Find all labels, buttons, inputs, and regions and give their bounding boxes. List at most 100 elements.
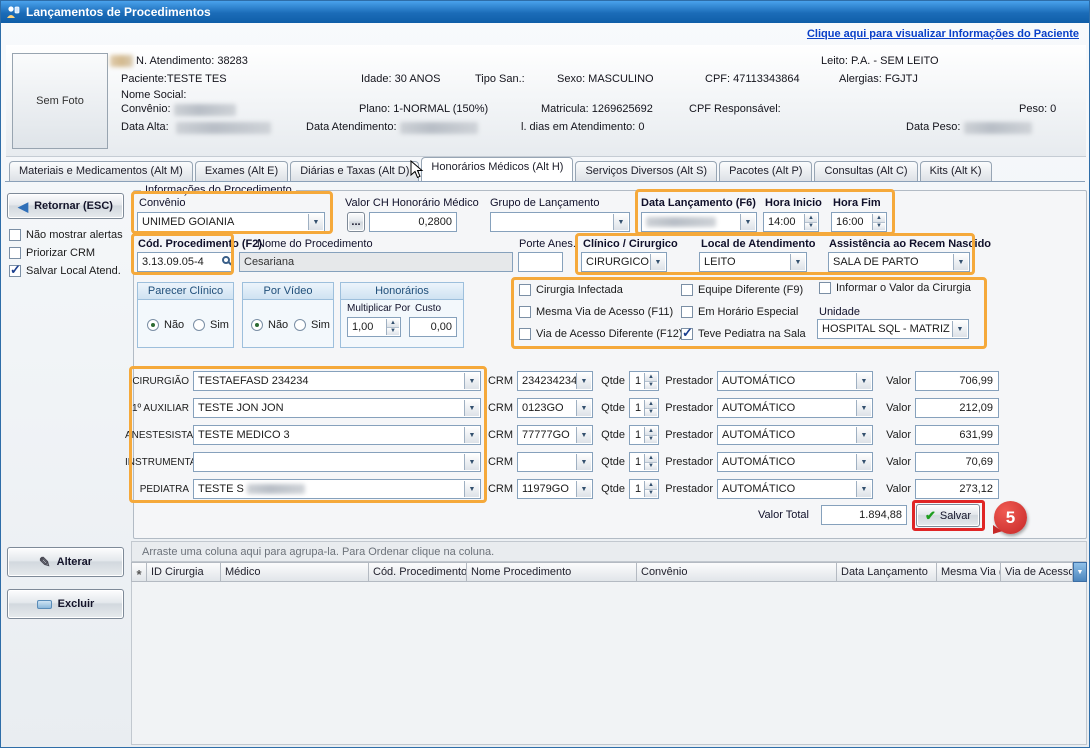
checkbox-box[interactable] xyxy=(681,284,693,296)
tab-exames[interactable]: Exames (Alt E) xyxy=(195,161,288,181)
medico-combo[interactable]: TESTE S xyxy=(193,479,481,499)
chevron-down-icon[interactable] xyxy=(576,373,591,389)
spinner-arrows-icon[interactable]: ▲▼ xyxy=(804,214,817,230)
qtde-spinner[interactable]: 1▲▼ xyxy=(629,425,659,445)
spinner-arrows-icon[interactable]: ▲▼ xyxy=(386,319,399,335)
chevron-down-icon[interactable] xyxy=(856,373,871,389)
tab-materiais[interactable]: Materiais e Medicamentos (Alt M) xyxy=(9,161,193,181)
search-icon[interactable] xyxy=(222,256,230,264)
hora-fim-spinner[interactable]: 16:00 ▲▼ xyxy=(831,212,887,232)
informar-valor-checkbox[interactable]: Informar o Valor da Cirurgia xyxy=(819,282,971,294)
salvar-local-atend-checkbox[interactable]: Salvar Local Atend. xyxy=(9,265,121,277)
column-header-medico[interactable]: Médico xyxy=(221,562,369,582)
spinner-arrows-icon[interactable]: ▲▼ xyxy=(644,373,657,389)
prestador-combo[interactable]: AUTOMÁTICO xyxy=(717,479,873,499)
chevron-down-icon[interactable] xyxy=(576,454,591,470)
tab-diarias[interactable]: Diárias e Taxas (Alt D) xyxy=(290,161,419,181)
spinner-arrows-icon[interactable]: ▲▼ xyxy=(644,400,657,416)
convenio-combo[interactable]: UNIMED GOIANIA xyxy=(137,212,325,232)
radio-circle[interactable] xyxy=(147,319,159,331)
porte-anes-input[interactable] xyxy=(518,252,563,272)
grid-group-by-bar[interactable]: Arraste uma coluna aqui para agrupa-la. … xyxy=(131,541,1087,562)
teve-pediatra-checkbox[interactable]: Teve Pediatra na Sala xyxy=(681,328,806,340)
column-header-id-cirurgia[interactable]: ID Cirurgia xyxy=(147,562,221,582)
chevron-down-icon[interactable] xyxy=(856,481,871,497)
chevron-down-icon[interactable] xyxy=(790,254,805,270)
tab-honorarios-medicos[interactable]: Honorários Médicos (Alt H) xyxy=(421,157,573,181)
column-header-cod-procedimento[interactable]: Cód. Procedimento xyxy=(369,562,467,582)
medico-combo[interactable]: TESTE JON JON xyxy=(193,398,481,418)
valor-input[interactable]: 273,12 xyxy=(915,479,999,499)
checkbox-box[interactable] xyxy=(9,247,21,259)
hora-inicio-spinner[interactable]: 14:00 ▲▼ xyxy=(763,212,819,232)
valor-ch-input[interactable]: 0,2800 xyxy=(369,212,457,232)
medico-combo[interactable]: TESTE MEDICO 3 xyxy=(193,425,481,445)
crm-combo[interactable] xyxy=(517,452,593,472)
equipe-diferente-checkbox[interactable]: Equipe Diferente (F9) xyxy=(681,284,803,296)
chevron-down-icon[interactable] xyxy=(856,400,871,416)
assistencia-combo[interactable]: SALA DE PARTO xyxy=(828,252,970,272)
valor-input[interactable]: 631,99 xyxy=(915,425,999,445)
checkbox-box[interactable] xyxy=(519,284,531,296)
column-header-nome-procedimento[interactable]: Nome Procedimento xyxy=(467,562,637,582)
valor-input[interactable]: 70,69 xyxy=(915,452,999,472)
tab-pacotes[interactable]: Pacotes (Alt P) xyxy=(719,161,812,181)
column-header-convenio[interactable]: Convênio xyxy=(637,562,837,582)
crm-combo[interactable]: 77777GO xyxy=(517,425,593,445)
video-sim-radio[interactable]: Sim xyxy=(294,319,330,331)
medico-combo[interactable] xyxy=(193,452,481,472)
chevron-down-icon[interactable] xyxy=(650,254,665,270)
spinner-arrows-icon[interactable]: ▲▼ xyxy=(644,427,657,443)
cod-procedimento-input[interactable]: 3.13.09.05-4 xyxy=(137,252,233,272)
spinner-arrows-icon[interactable]: ▲▼ xyxy=(644,454,657,470)
chevron-down-icon[interactable] xyxy=(952,321,967,337)
crm-combo[interactable]: 0123GO xyxy=(517,398,593,418)
cirurgia-infectada-checkbox[interactable]: Cirurgia Infectada xyxy=(519,284,623,296)
crm-combo[interactable]: 11979GO xyxy=(517,479,593,499)
prestador-combo[interactable]: AUTOMÁTICO xyxy=(717,371,873,391)
qtde-spinner[interactable]: 1▲▼ xyxy=(629,452,659,472)
chevron-down-icon[interactable] xyxy=(464,481,479,497)
prestador-combo[interactable]: AUTOMÁTICO xyxy=(717,398,873,418)
column-header-via-de-acesso[interactable]: Via de Acesso xyxy=(1001,562,1073,582)
crm-combo[interactable]: 234234234( xyxy=(517,371,593,391)
salvar-button[interactable]: ✔ Salvar xyxy=(916,504,980,527)
chevron-down-icon[interactable] xyxy=(464,427,479,443)
retornar-button[interactable]: ◀ Retornar (ESC) xyxy=(7,193,124,219)
local-atendimento-combo[interactable]: LEITO xyxy=(699,252,807,272)
chevron-down-icon[interactable] xyxy=(576,481,591,497)
parecer-nao-radio[interactable]: Não xyxy=(147,319,184,331)
browse-button[interactable]: ... xyxy=(347,212,365,232)
video-nao-radio[interactable]: Não xyxy=(251,319,288,331)
prestador-combo[interactable]: AUTOMÁTICO xyxy=(717,425,873,445)
column-header-data-lancamento[interactable]: Data Lançamento xyxy=(837,562,937,582)
multiplicar-spinner[interactable]: 1,00 ▲▼ xyxy=(347,317,401,337)
spinner-arrows-icon[interactable]: ▲▼ xyxy=(872,214,885,230)
tab-kits[interactable]: Kits (Alt K) xyxy=(920,161,992,181)
radio-circle[interactable] xyxy=(193,319,205,331)
unidade-combo[interactable]: HOSPITAL SQL - MATRIZ xyxy=(817,319,969,339)
checkbox-box[interactable] xyxy=(681,328,693,340)
nao-mostrar-alertas-checkbox[interactable]: Não mostrar alertas xyxy=(9,229,123,241)
alterar-button[interactable]: ✎ Alterar xyxy=(7,547,124,577)
qtde-spinner[interactable]: 1▲▼ xyxy=(629,371,659,391)
chevron-down-icon[interactable] xyxy=(953,254,968,270)
chevron-down-icon[interactable] xyxy=(576,400,591,416)
radio-circle[interactable] xyxy=(251,319,263,331)
data-lancamento-combo[interactable] xyxy=(641,212,757,232)
parecer-sim-radio[interactable]: Sim xyxy=(193,319,229,331)
tab-consultas[interactable]: Consultas (Alt C) xyxy=(814,161,917,181)
valor-input[interactable]: 706,99 xyxy=(915,371,999,391)
grid-body-empty[interactable] xyxy=(131,582,1087,745)
radio-circle[interactable] xyxy=(294,319,306,331)
via-acesso-diferente-checkbox[interactable]: Via de Acesso Diferente (F12) xyxy=(519,328,683,340)
mesma-via-checkbox[interactable]: Mesma Via de Acesso (F11) xyxy=(519,306,673,318)
custo-input[interactable]: 0,00 xyxy=(409,317,457,337)
medico-combo[interactable]: TESTAEFASD 234234 xyxy=(193,371,481,391)
chevron-down-icon[interactable] xyxy=(613,214,628,230)
chevron-down-icon[interactable] xyxy=(464,454,479,470)
chevron-down-icon[interactable] xyxy=(464,373,479,389)
grid-scroll-button[interactable]: ▼ xyxy=(1073,562,1087,582)
checkbox-box[interactable] xyxy=(819,282,831,294)
checkbox-box[interactable] xyxy=(681,306,693,318)
